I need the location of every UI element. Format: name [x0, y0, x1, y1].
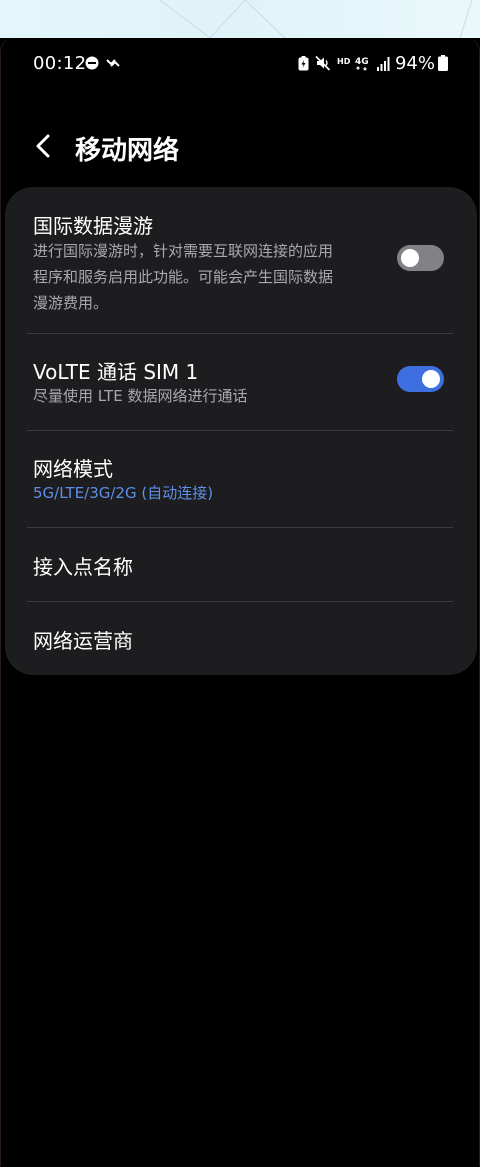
battery-icon: [438, 55, 448, 75]
intl-roaming-desc-line1: 进行国际漫游时，针对需要互联网连接的应用: [33, 242, 334, 260]
hd-voice-icon: HD: [337, 57, 351, 66]
volte-row[interactable]: VoLTE 通话 SIM 1 尽量使用 LTE 数据网络进行通话: [5, 334, 477, 430]
toggle-knob: [422, 370, 440, 388]
wallpaper-strip: [0, 0, 480, 38]
intl-roaming-description: 进行国际漫游时，针对需要互联网连接的应用 程序和服务启用此功能。可能会产生国际数…: [33, 238, 333, 316]
status-time: 00:12: [33, 53, 87, 74]
settings-card: 国际数据漫游 进行国际漫游时，针对需要互联网连接的应用 程序和服务启用此功能。可…: [5, 187, 477, 675]
network-operator-title: 网络运营商: [33, 629, 133, 653]
network-mode-value: 5G/LTE/3G/2G (自动连接): [33, 484, 214, 502]
volte-description: 尽量使用 LTE 数据网络进行通话: [33, 387, 248, 405]
svg-text:4G: 4G: [355, 57, 369, 67]
network-mode-row[interactable]: 网络模式 5G/LTE/3G/2G (自动连接): [5, 431, 477, 527]
status-bar: 00:12 HD 4G 94%: [1, 52, 479, 78]
intl-roaming-title: 国际数据漫游: [33, 214, 153, 238]
network-4g-icon: 4G: [355, 55, 371, 75]
apn-title: 接入点名称: [33, 555, 133, 579]
mute-icon: [315, 55, 331, 75]
volte-toggle[interactable]: [397, 366, 444, 392]
header: 移动网络: [1, 126, 479, 166]
sync-icon: [105, 55, 121, 74]
network-mode-title: 网络模式: [33, 457, 113, 481]
volte-title: VoLTE 通话 SIM 1: [33, 360, 199, 384]
intl-roaming-toggle[interactable]: [397, 245, 444, 271]
apn-row[interactable]: 接入点名称: [5, 528, 477, 601]
signal-icon: [377, 56, 391, 75]
intl-roaming-desc-line2: 程序和服务启用此功能。可能会产生国际数据: [33, 268, 334, 286]
intl-roaming-row[interactable]: 国际数据漫游 进行国际漫游时，针对需要互联网连接的应用 程序和服务启用此功能。可…: [5, 187, 477, 333]
back-button[interactable]: [29, 126, 57, 166]
network-operator-row[interactable]: 网络运营商: [5, 602, 477, 675]
battery-percent: 94%: [394, 53, 435, 74]
phone-screen: 00:12 HD 4G 94% 移动网络 国际数据漫游 进行国际漫游时，针对需要…: [0, 38, 480, 1167]
intl-roaming-desc-line3: 漫游费用。: [33, 294, 109, 312]
page-title: 移动网络: [75, 136, 180, 166]
toggle-knob: [401, 249, 419, 267]
battery-saver-icon: [298, 56, 309, 75]
chevron-left-icon: [36, 134, 50, 158]
do-not-disturb-icon: [85, 55, 99, 74]
